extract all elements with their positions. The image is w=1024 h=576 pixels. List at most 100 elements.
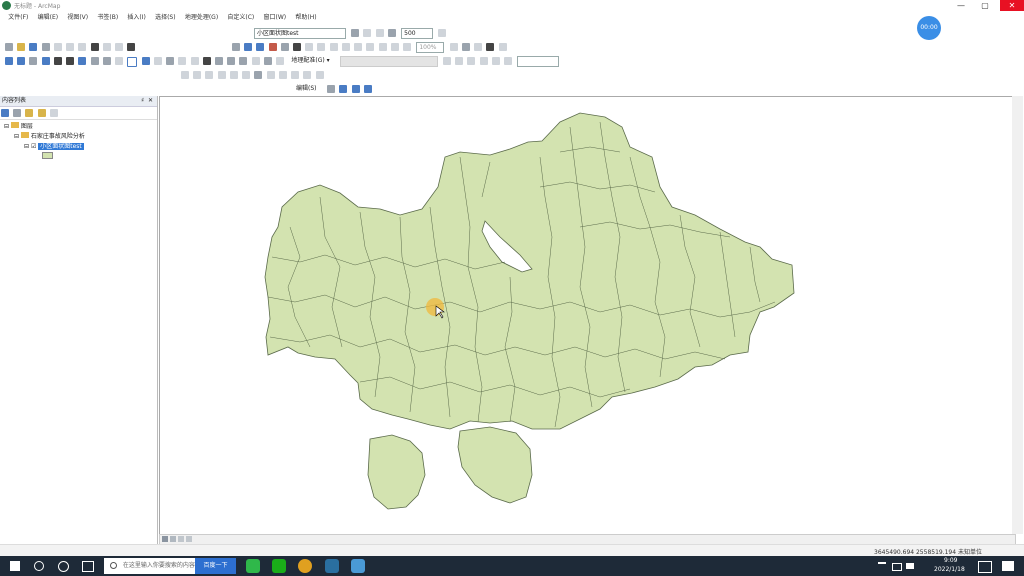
expand-icon[interactable]: ⊟ bbox=[24, 143, 29, 150]
tool-icon[interactable] bbox=[317, 43, 326, 51]
select-elements-icon[interactable] bbox=[127, 57, 138, 67]
identify-icon[interactable] bbox=[141, 57, 150, 65]
new-icon[interactable] bbox=[5, 43, 13, 51]
list-by-drawing-order-icon[interactable] bbox=[1, 109, 9, 117]
tree-layer[interactable]: ⊟ ☑ 小区面状图test bbox=[4, 142, 157, 152]
tool-icon[interactable] bbox=[242, 71, 251, 79]
recording-avatar[interactable]: 00:00 bbox=[917, 16, 941, 40]
tool-icon[interactable] bbox=[455, 57, 464, 65]
tool-icon[interactable] bbox=[442, 57, 451, 65]
tool-icon[interactable] bbox=[205, 71, 214, 79]
data-view-icon[interactable] bbox=[162, 536, 168, 542]
tree-group[interactable]: ⊟ 石家庄事故风险分析 bbox=[4, 132, 157, 142]
wechat-app-icon[interactable] bbox=[246, 559, 260, 573]
editor-menu[interactable]: 编辑(S) ▾ bbox=[294, 84, 322, 101]
tool-icon[interactable] bbox=[378, 43, 387, 51]
georef-layer-select[interactable] bbox=[339, 56, 438, 67]
tool-icon[interactable] bbox=[504, 57, 513, 65]
layer-tool-icon[interactable] bbox=[375, 29, 384, 37]
list-by-selection-icon[interactable] bbox=[37, 109, 46, 117]
action-center-icon[interactable] bbox=[1002, 561, 1014, 571]
refresh-icon[interactable] bbox=[178, 536, 184, 542]
cortana-icon[interactable] bbox=[58, 561, 69, 572]
tray-chevron-icon[interactable] bbox=[878, 562, 886, 572]
open-icon[interactable] bbox=[17, 43, 26, 51]
menu-selection[interactable]: 选择(S) bbox=[155, 12, 176, 21]
tool-icon[interactable] bbox=[166, 57, 175, 65]
save-icon[interactable] bbox=[29, 43, 38, 51]
menu-windows[interactable]: 窗口(W) bbox=[264, 12, 287, 21]
tool-icon[interactable] bbox=[329, 43, 338, 51]
catalog-icon[interactable] bbox=[244, 43, 253, 51]
tool-icon[interactable] bbox=[291, 71, 300, 79]
zoom-in-icon[interactable] bbox=[5, 57, 13, 65]
tool-icon[interactable] bbox=[303, 71, 312, 79]
tool-icon[interactable] bbox=[193, 71, 202, 79]
map-canvas[interactable] bbox=[160, 97, 1013, 535]
tool-icon[interactable] bbox=[474, 43, 483, 51]
undo-icon[interactable] bbox=[102, 43, 111, 51]
minimize-button[interactable]: — bbox=[952, 0, 970, 11]
zoom-out-icon[interactable] bbox=[17, 57, 26, 65]
edit-tool-icon[interactable] bbox=[363, 85, 372, 93]
print-icon[interactable] bbox=[41, 43, 50, 51]
measure-icon[interactable] bbox=[239, 57, 248, 65]
tool-icon[interactable] bbox=[254, 71, 263, 79]
clear-selection-icon[interactable] bbox=[115, 57, 124, 65]
tool-icon[interactable] bbox=[461, 43, 470, 51]
toc-pin-button[interactable]: ♯ bbox=[141, 96, 144, 106]
layer-visibility-checkbox[interactable]: ☑ bbox=[31, 143, 36, 150]
menu-edit[interactable]: 编辑(E) bbox=[38, 12, 58, 21]
layer-tool-icon[interactable] bbox=[351, 29, 360, 37]
map-view[interactable] bbox=[159, 96, 1014, 536]
edit-tool-icon[interactable] bbox=[339, 85, 348, 93]
pause-drawing-icon[interactable] bbox=[186, 536, 192, 542]
redo-icon[interactable] bbox=[115, 43, 124, 51]
arctoolbox-icon[interactable] bbox=[268, 43, 277, 51]
expand-icon[interactable]: ⊟ bbox=[14, 133, 19, 140]
tool-icon[interactable] bbox=[229, 71, 238, 79]
menu-insert[interactable]: 插入(I) bbox=[127, 12, 145, 21]
tree-layer-label[interactable]: 小区面状图test bbox=[38, 143, 84, 150]
tool-icon[interactable] bbox=[251, 57, 260, 65]
menu-customize[interactable]: 自定义(C) bbox=[227, 12, 254, 21]
edit-tool-icon[interactable] bbox=[327, 85, 336, 93]
zoom-percent-input[interactable]: 100% bbox=[416, 42, 445, 53]
tool-icon[interactable] bbox=[278, 71, 287, 79]
tool-icon[interactable] bbox=[498, 43, 507, 51]
list-by-visibility-icon[interactable] bbox=[25, 109, 34, 117]
find-icon[interactable] bbox=[202, 57, 211, 65]
tool-icon[interactable] bbox=[266, 71, 275, 79]
baidu-search-button[interactable]: 百度一下 bbox=[195, 558, 236, 574]
cut-icon[interactable] bbox=[53, 43, 62, 51]
tool-icon[interactable] bbox=[354, 43, 363, 51]
delete-icon[interactable] bbox=[90, 43, 99, 51]
menu-help[interactable]: 帮助(H) bbox=[295, 12, 316, 21]
tool-icon[interactable] bbox=[449, 43, 458, 51]
tool-icon[interactable] bbox=[366, 43, 375, 51]
select-features-icon[interactable] bbox=[102, 57, 111, 65]
layout-icon[interactable] bbox=[486, 43, 495, 51]
tool-icon[interactable] bbox=[276, 57, 285, 65]
toc-close-button[interactable]: ✕ bbox=[148, 96, 153, 106]
add-data-icon[interactable] bbox=[127, 43, 136, 51]
tool-icon[interactable] bbox=[467, 57, 476, 65]
tool-icon[interactable] bbox=[153, 57, 162, 65]
chrome-app-icon[interactable] bbox=[298, 559, 312, 573]
windows-start-icon[interactable] bbox=[10, 561, 20, 571]
network-icon[interactable] bbox=[892, 563, 902, 571]
menu-file[interactable]: 文件(F) bbox=[8, 12, 28, 21]
tool-icon[interactable] bbox=[315, 71, 324, 79]
tool-icon[interactable] bbox=[178, 57, 187, 65]
arccatalog-app-icon[interactable] bbox=[351, 559, 365, 573]
georef-input[interactable] bbox=[517, 56, 560, 67]
tool-icon[interactable] bbox=[403, 43, 412, 51]
scale-dropdown-icon[interactable] bbox=[438, 29, 447, 37]
tool-icon[interactable] bbox=[491, 57, 500, 65]
fixed-zoom-in-icon[interactable] bbox=[53, 57, 62, 65]
scale-input[interactable]: 500 bbox=[401, 28, 434, 39]
tool-icon[interactable] bbox=[390, 43, 399, 51]
menu-view[interactable]: 视图(V) bbox=[67, 12, 88, 21]
pan-icon[interactable] bbox=[29, 57, 38, 65]
menu-geoprocessing[interactable]: 地理处理(G) bbox=[185, 12, 218, 21]
